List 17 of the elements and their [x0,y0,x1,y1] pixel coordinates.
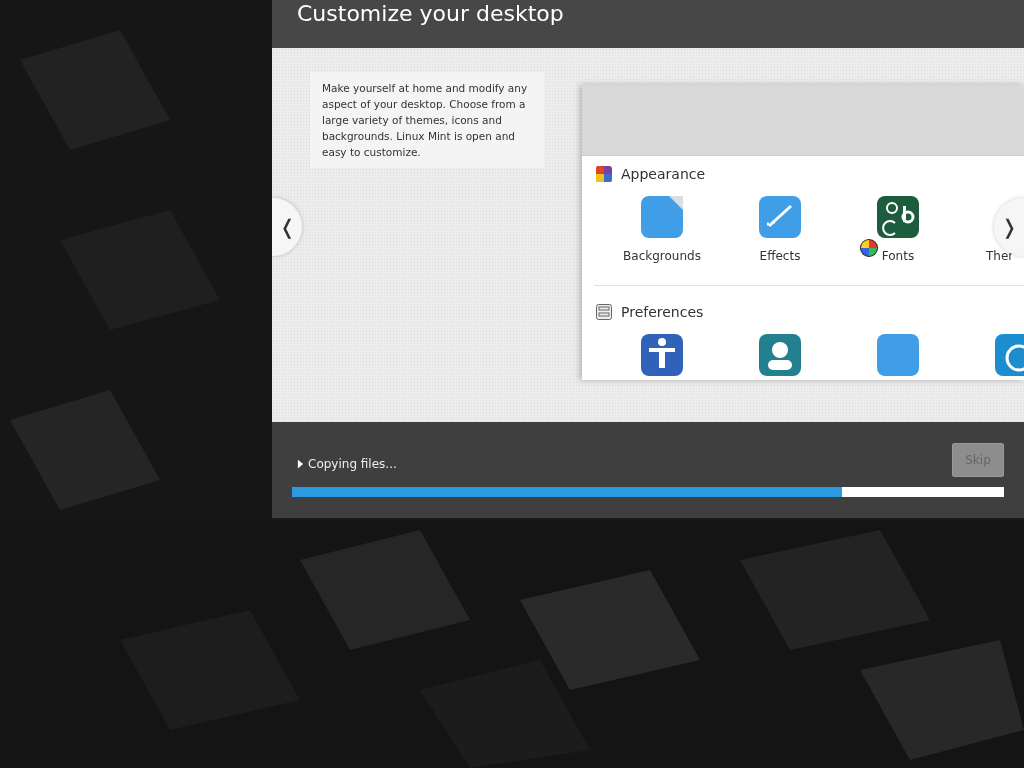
previous-slide-button[interactable]: ❬ [272,198,302,256]
square-icon[interactable] [877,334,919,376]
window-title: Customize your desktop [297,1,564,27]
letters-icon[interactable] [877,196,919,238]
settings-item-label[interactable]: Effects [759,249,801,263]
section-title: Appearance [621,166,706,182]
person-icon[interactable] [641,334,683,376]
expander-icon[interactable] [297,458,304,469]
settings-item-label[interactable]: Fonts [881,249,915,263]
list-icon [596,304,612,320]
busy-cursor-icon [859,238,879,258]
status-text: Copying files... [308,456,397,471]
section-title: Preferences [621,304,704,320]
settings-item-label[interactable]: Backgrounds [623,249,701,263]
description-text: Make yourself at home and modify any aspect of your desktop. Choose from a large variety of themes, icons and backgrounds. Linux Mint is open and easy to customize. [322,81,529,160]
user-icon[interactable] [759,334,801,376]
palette-icon [596,166,612,182]
